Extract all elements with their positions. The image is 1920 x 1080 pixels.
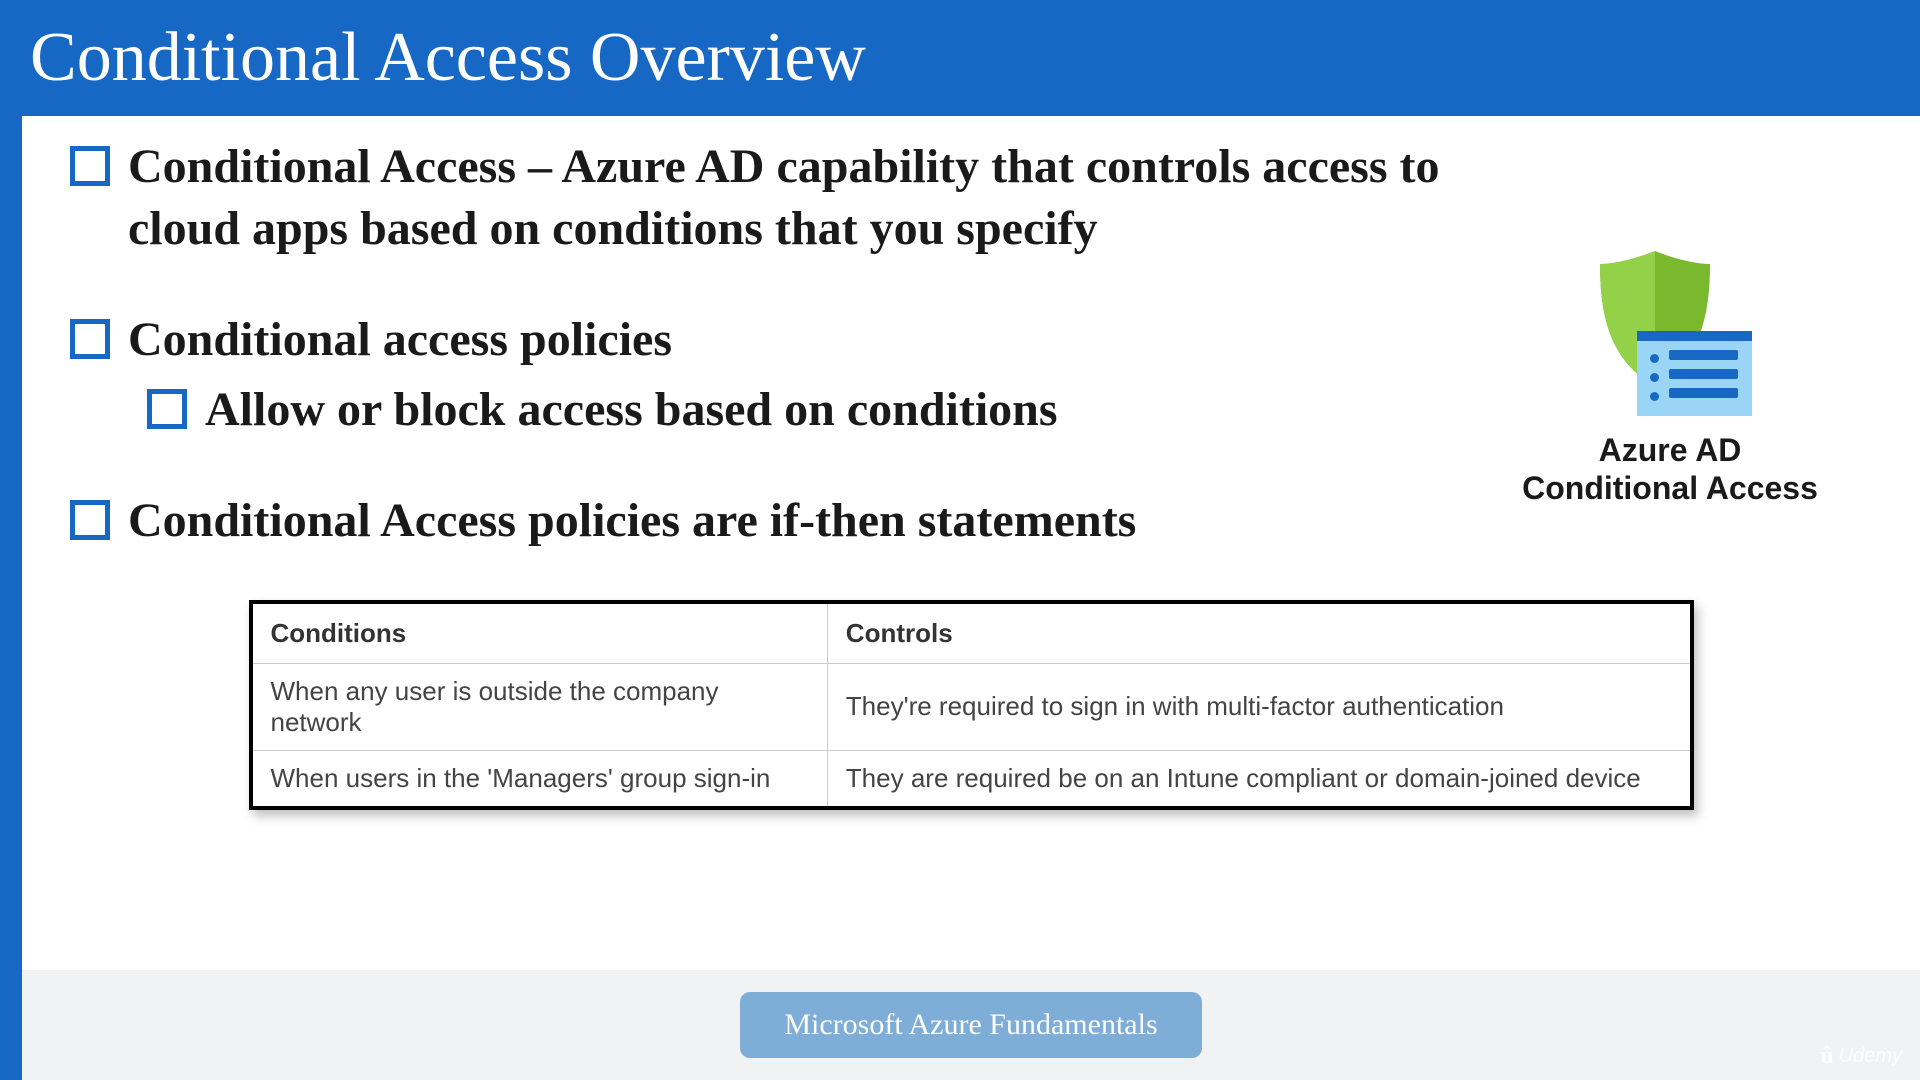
document-icon [1637, 331, 1752, 416]
cell-control: They are required be on an Intune compli… [827, 750, 1689, 806]
udemy-logo-icon: û [1820, 1043, 1833, 1070]
bullet-3-text: Conditional Access policies are if-then … [128, 490, 1136, 552]
checkbox-icon [70, 319, 110, 359]
policies-table: Conditions Controls When any user is out… [249, 600, 1694, 810]
table-row: When any user is outside the company net… [253, 663, 1690, 750]
footer-pill: Microsoft Azure Fundamentals [740, 992, 1201, 1058]
cell-control: They're required to sign in with multi-f… [827, 663, 1689, 750]
table-header-conditions: Conditions [253, 604, 828, 664]
footer: Microsoft Azure Fundamentals û Udemy [22, 970, 1920, 1080]
cell-condition: When users in the 'Managers' group sign-… [253, 750, 828, 806]
slide-content: Conditional Access – Azure AD capability… [22, 116, 1920, 986]
table-header-controls: Controls [827, 604, 1689, 664]
checkbox-icon [70, 500, 110, 540]
cell-condition: When any user is outside the company net… [253, 663, 828, 750]
bullet-1-text: Conditional Access – Azure AD capability… [128, 136, 1508, 261]
slide-title: Conditional Access Overview [0, 0, 1920, 116]
conditional-access-graphic: Azure AD Conditional Access [1470, 246, 1870, 508]
table-row: When users in the 'Managers' group sign-… [253, 750, 1690, 806]
bullet-2-text: Conditional access policies [128, 309, 672, 371]
bullet-1: Conditional Access – Azure AD capability… [70, 136, 1890, 261]
checkbox-icon [70, 146, 110, 186]
bullet-2a-text: Allow or block access based on condition… [205, 379, 1058, 441]
graphic-label: Azure AD Conditional Access [1470, 431, 1870, 508]
udemy-watermark: û Udemy [1820, 1043, 1902, 1070]
checkbox-icon [147, 389, 187, 429]
